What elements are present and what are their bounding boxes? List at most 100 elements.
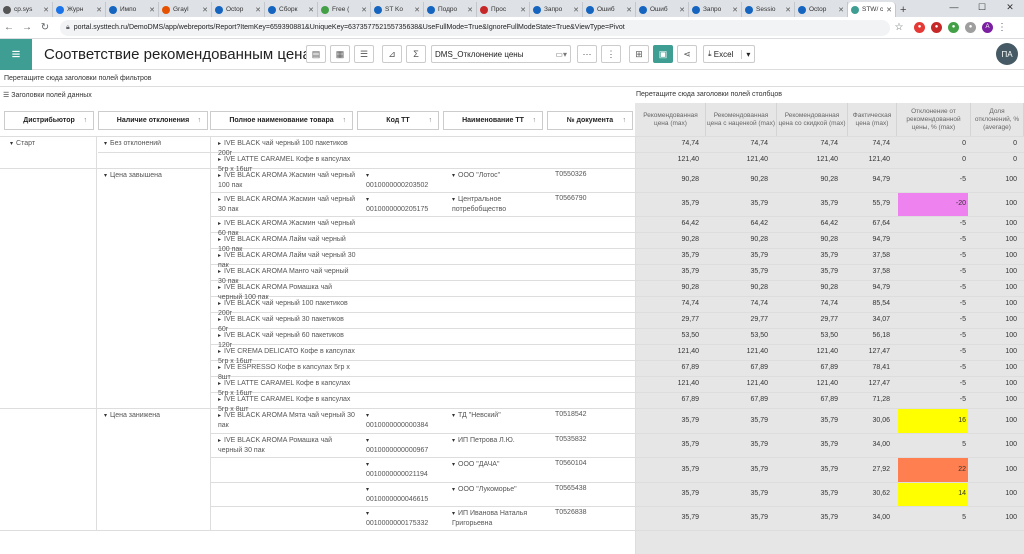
collapse-icon[interactable]: ▾ [452, 511, 455, 517]
browser-tab[interactable]: Grayl ✕ [159, 2, 212, 17]
collapse-icon[interactable]: ▸ [218, 301, 221, 307]
collapse-icon[interactable]: ▸ [218, 253, 221, 259]
tab-close-icon[interactable]: ✕ [202, 6, 208, 14]
collapse-icon[interactable]: ▾ [366, 173, 369, 179]
browser-tab[interactable]: Запро ✕ [530, 2, 583, 17]
sort-icon[interactable]: ↑ [343, 117, 347, 124]
sort-icon[interactable]: ↑ [198, 117, 202, 124]
chevron-down-icon[interactable]: ▾ [741, 49, 750, 59]
list-button[interactable]: ☰ [354, 45, 374, 63]
tab-close-icon[interactable]: ✕ [886, 6, 892, 14]
data-field-header[interactable]: Рекомендованная цена со скидкой (max) [777, 103, 848, 137]
tt-name-cell[interactable]: ▾ ООО "Лотос" [452, 171, 544, 181]
avatar[interactable]: ПА [996, 43, 1018, 65]
data-field-header[interactable]: Рекомендованная цена с наценкой (max) [706, 103, 777, 137]
collapse-icon[interactable]: ▾ [452, 438, 455, 444]
browser-tab[interactable]: cp.sys ✕ [0, 2, 53, 17]
tab-close-icon[interactable]: ✕ [785, 6, 791, 14]
collapse-icon[interactable]: ▸ [218, 365, 221, 371]
collapse-icon[interactable]: ▸ [218, 381, 221, 387]
collapse-icon[interactable]: ▾ [10, 141, 13, 147]
tt-code-cell[interactable]: ▾ 0010000000203502 [366, 171, 438, 190]
tab-close-icon[interactable]: ✕ [679, 6, 685, 14]
collapse-icon[interactable]: ▾ [104, 413, 107, 419]
browser-tab[interactable]: STW/ с ✕ [848, 2, 896, 17]
tab-close-icon[interactable]: ✕ [414, 6, 420, 14]
more-icon[interactable]: ⋮ [993, 22, 1011, 33]
pivot-view-button[interactable]: ▣ [653, 45, 673, 63]
deviation-group[interactable]: ▾ Без отклонений [104, 140, 204, 147]
tab-close-icon[interactable]: ✕ [308, 6, 314, 14]
extension-icon[interactable]: ● [914, 22, 925, 33]
collapse-icon[interactable]: ▸ [218, 285, 221, 291]
extension-icon[interactable]: ● [948, 22, 959, 33]
tt-name-cell[interactable]: ▾ ООО "ДАЧА" [452, 460, 544, 470]
grid-view-button[interactable]: ▦ [330, 45, 350, 63]
collapse-icon[interactable]: ▾ [452, 173, 455, 179]
tab-close-icon[interactable]: ✕ [149, 6, 155, 14]
collapse-icon[interactable]: ▸ [218, 157, 221, 163]
browser-tab[interactable]: Octop ✕ [795, 2, 848, 17]
browser-tab[interactable]: Подро ✕ [424, 2, 477, 17]
tree-button[interactable]: ⋮ [601, 45, 621, 63]
row-field-header[interactable]: Наличие отклонения ↑ [98, 111, 208, 130]
collapse-icon[interactable]: ▾ [366, 511, 369, 517]
tt-code-cell[interactable]: ▾ 0010000000021194 [366, 460, 438, 479]
star-icon[interactable]: ☆ [890, 22, 908, 33]
tt-name-cell[interactable]: ▾ ИП Петрова Л.Ю. [452, 436, 544, 446]
sort-icon[interactable]: ↑ [623, 117, 627, 124]
browser-tab[interactable]: Сборк ✕ [265, 2, 318, 17]
tab-close-icon[interactable]: ✕ [96, 6, 102, 14]
tt-code-cell[interactable]: ▾ 0010000000205175 [366, 195, 438, 214]
table-button[interactable]: ⊞ [629, 45, 649, 63]
row-field-header[interactable]: Код ТТ ↑ [357, 111, 439, 130]
collapse-icon[interactable]: ▸ [218, 141, 221, 147]
row-field-header[interactable]: Наименование ТТ ↑ [443, 111, 543, 130]
tt-name-cell[interactable]: ▾ Центральное потребобщество [452, 195, 544, 214]
row-field-header[interactable]: № документа ↑ [547, 111, 633, 130]
reload-icon[interactable]: ↻ [36, 22, 54, 33]
excel-export-button[interactable]: ⤓ Excel ▾ [703, 45, 756, 63]
tt-code-cell[interactable]: ▾ 0010000000175332 [366, 509, 438, 528]
extension-icon[interactable]: ● [931, 22, 942, 33]
collapse-icon[interactable]: ▸ [218, 413, 221, 419]
browser-tab[interactable]: Ошиб ✕ [583, 2, 636, 17]
new-tab-icon[interactable]: + [900, 2, 906, 17]
data-field-header[interactable]: Отклонение от рекомендованной цены, % (m… [897, 103, 971, 137]
collapse-icon[interactable]: ▾ [452, 413, 455, 419]
browser-tab[interactable]: Импо ✕ [106, 2, 159, 17]
tt-code-cell[interactable]: ▾ 0010000000046615 [366, 485, 438, 504]
sort-icon[interactable]: ↑ [533, 117, 537, 124]
url-field[interactable]: 🔒︎ portal.systtech.ru/DemoDMS/app/webrep… [60, 19, 890, 36]
tab-close-icon[interactable]: ✕ [573, 6, 579, 14]
tab-close-icon[interactable]: ✕ [361, 6, 367, 14]
collapse-icon[interactable]: ▾ [366, 413, 369, 419]
collapse-icon[interactable]: ▸ [218, 221, 221, 227]
expand-button[interactable]: ⋯ [577, 45, 597, 63]
collapse-icon[interactable]: ▾ [452, 197, 455, 203]
collapse-icon[interactable]: ▸ [218, 237, 221, 243]
tab-close-icon[interactable]: ✕ [732, 6, 738, 14]
tt-name-cell[interactable]: ▾ ТД "Невский" [452, 411, 544, 421]
browser-tab[interactable]: Free (✕ [318, 2, 371, 17]
collapse-icon[interactable]: ▾ [104, 173, 107, 179]
profile-icon[interactable]: A [982, 22, 993, 33]
tt-name-cell[interactable]: ▾ ООО "Лукоморье" [452, 485, 544, 495]
browser-tab[interactable]: Прос ✕ [477, 2, 530, 17]
tt-code-cell[interactable]: ▾ 0010000000000384 [366, 411, 438, 430]
collapse-icon[interactable]: ▾ [452, 487, 455, 493]
sort-icon[interactable]: ↑ [429, 117, 433, 124]
tab-close-icon[interactable]: ✕ [43, 6, 49, 14]
row-field-header[interactable]: Дистрибьютор ↑ [4, 111, 94, 130]
browser-tab[interactable]: Журн ✕ [53, 2, 106, 17]
collapse-icon[interactable]: ▸ [218, 349, 221, 355]
collapse-icon[interactable]: ▾ [366, 487, 369, 493]
data-field-header[interactable]: Фактическая цена (max) [848, 103, 897, 137]
collapse-icon[interactable]: ▸ [218, 438, 221, 444]
tab-close-icon[interactable]: ✕ [838, 6, 844, 14]
deviation-group[interactable]: ▾ Цена завышена [104, 172, 204, 179]
deviation-group[interactable]: ▾ Цена занижена [104, 412, 204, 419]
browser-tab[interactable]: ST Ko ✕ [371, 2, 424, 17]
column-drop-area[interactable]: Перетащите сюда заголовки полей столбцов [636, 91, 782, 98]
tab-close-icon[interactable]: ✕ [467, 6, 473, 14]
